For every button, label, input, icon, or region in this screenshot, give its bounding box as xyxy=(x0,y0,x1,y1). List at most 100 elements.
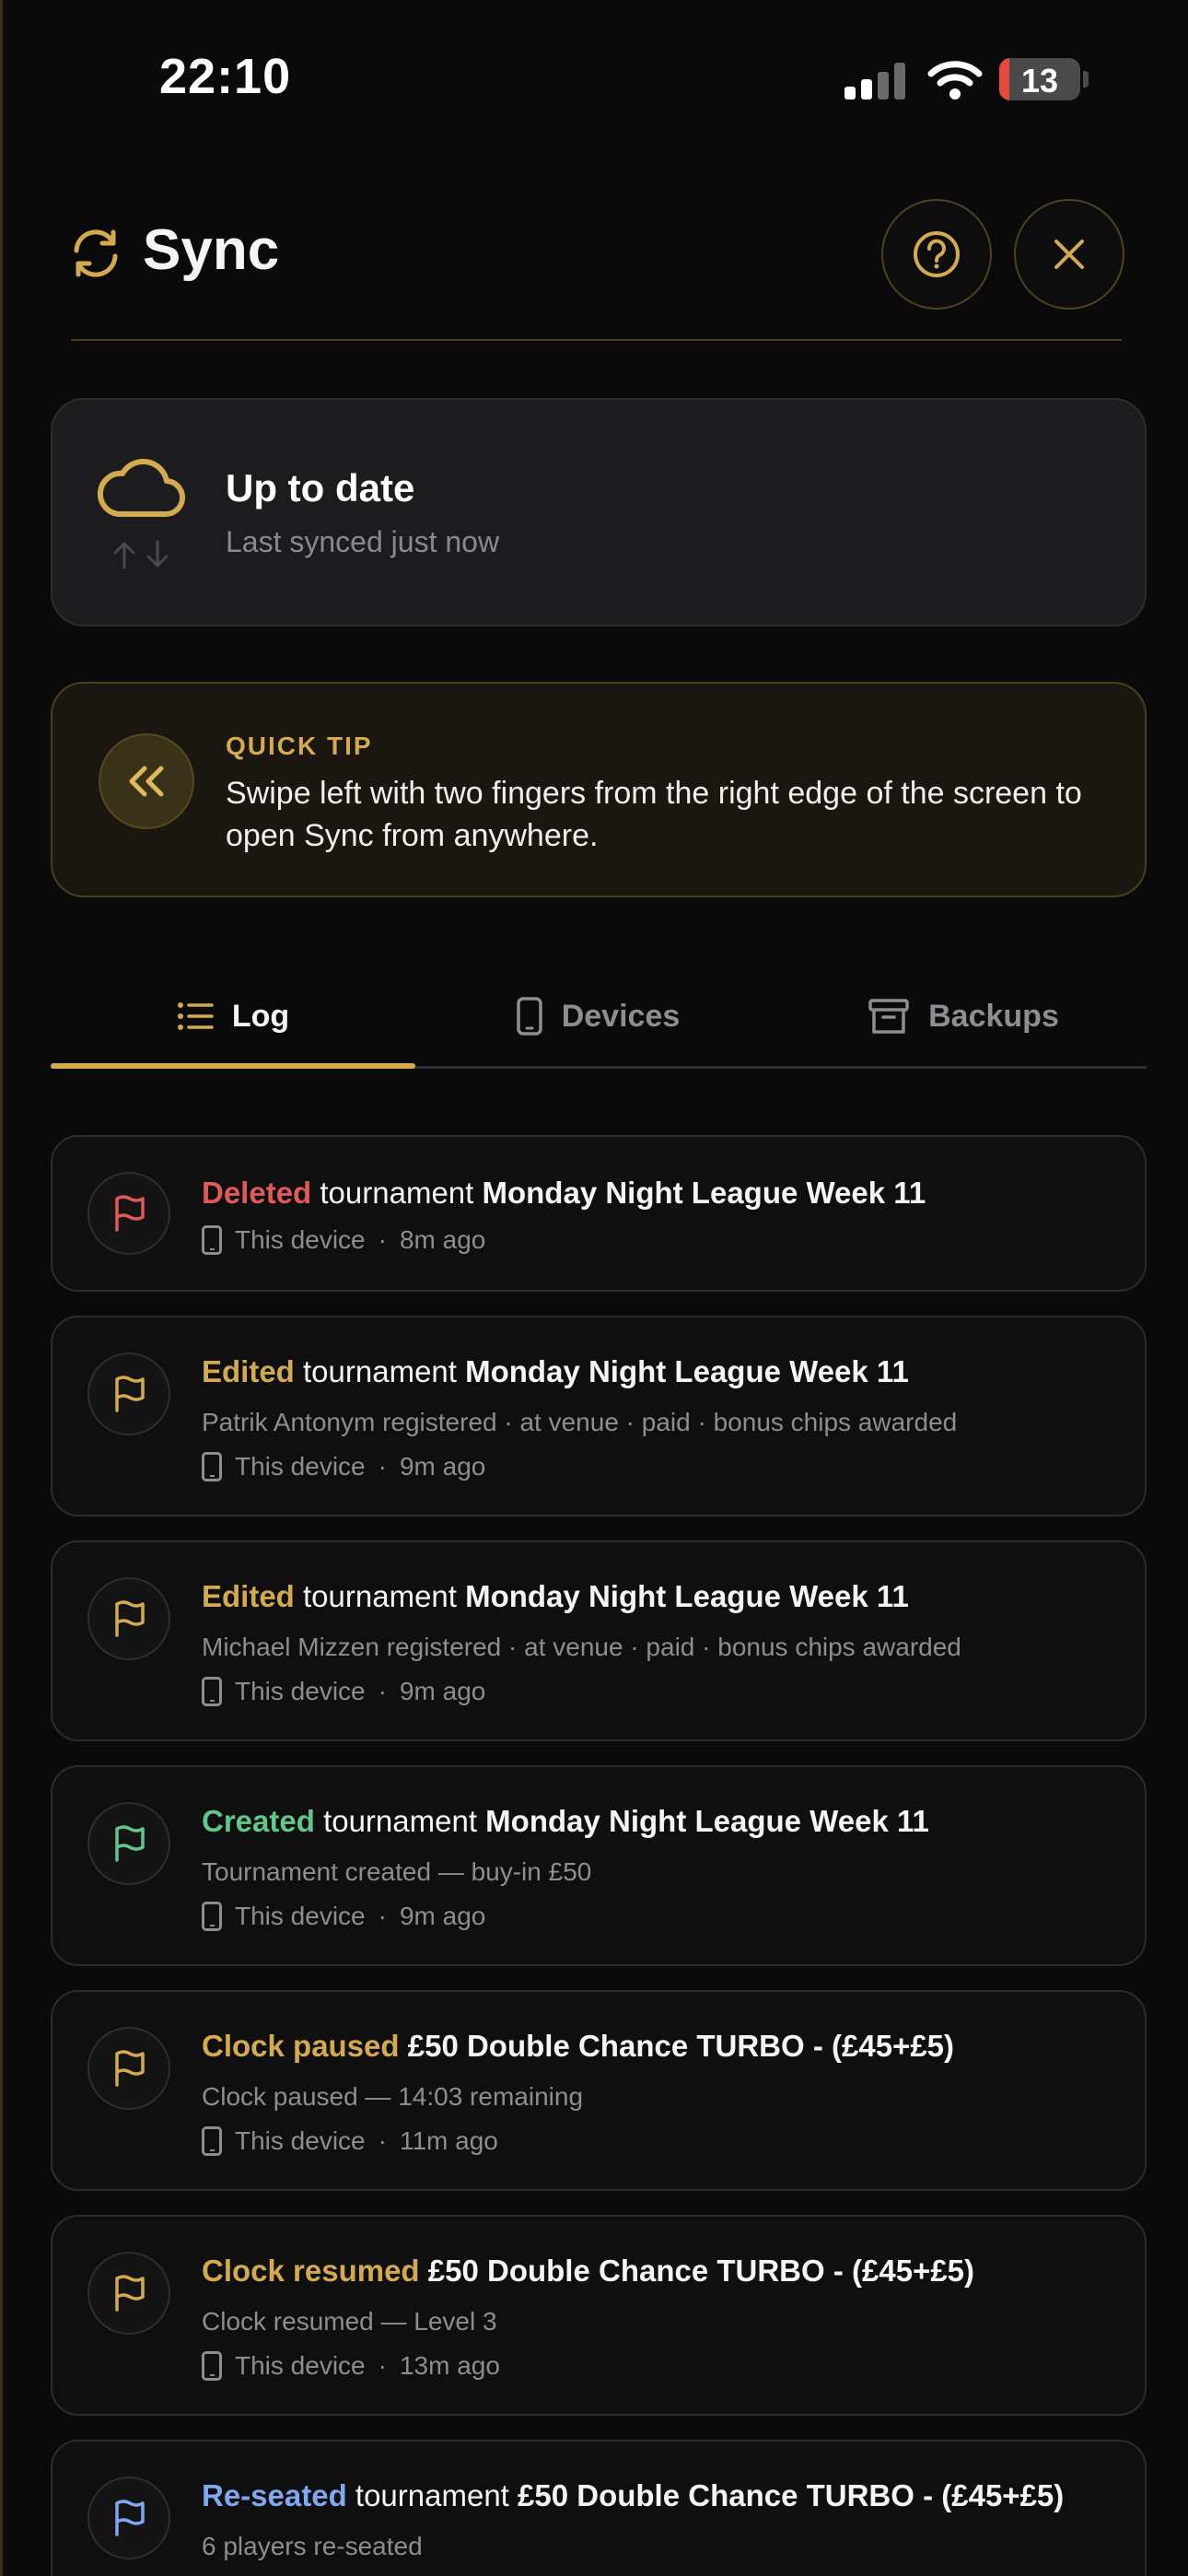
page-title: Sync xyxy=(143,218,280,282)
separator-dot: · xyxy=(378,1677,387,1705)
log-entry-icon xyxy=(87,2252,170,2335)
log-entry-time: 9m ago xyxy=(399,1902,486,1930)
log-entry-detail: Clock paused — 14:03 remaining xyxy=(202,2082,584,2111)
tab-log-label: Log xyxy=(231,998,290,1034)
sync-icon xyxy=(74,229,118,277)
log-entry-object-type: tournament xyxy=(320,1176,474,1210)
log-entry-detail: Clock resumed — Level 3 xyxy=(202,2307,497,2336)
log-entry-meta: This device · 8m ago xyxy=(202,1225,485,1255)
log-entry-time: 13m ago xyxy=(399,2351,500,2380)
log-entry-detail: Patrik Antonym registered · at venue · p… xyxy=(202,1408,958,1436)
log-entry-meta: This device · 13m ago xyxy=(202,2351,500,2381)
log-entry-icon xyxy=(87,2476,170,2559)
log-entry-target-name: Monday Night League Week 11 xyxy=(482,1176,926,1210)
sync-screen: 22:10 13 Sync Up to date Last synced jus… xyxy=(0,0,1188,2576)
log-entry-action: Edited xyxy=(202,1579,295,1613)
active-tab-indicator xyxy=(51,1063,415,1069)
log-entry-target-name: Monday Night League Week 11 xyxy=(465,1354,909,1388)
battery-level: 13 xyxy=(1020,62,1059,100)
help-button[interactable] xyxy=(881,199,992,310)
tab-devices-label: Devices xyxy=(561,998,681,1034)
tab-backups[interactable]: Backups xyxy=(780,964,1147,1069)
log-entry-object-type: tournament xyxy=(303,1579,457,1613)
log-entry-meta: This device · 11m ago xyxy=(202,2126,498,2156)
log-entry-target-name: £50 Double Chance TURBO - (£45+£5) xyxy=(518,2478,1065,2512)
header: Sync xyxy=(3,184,1188,341)
tip-label: QUICK TIP xyxy=(226,732,373,760)
log-entry-device: This device xyxy=(235,2126,366,2155)
log-entry-time: 11m ago xyxy=(399,2126,498,2155)
log-entry[interactable]: Edited tournament Monday Night League We… xyxy=(51,1540,1147,1741)
close-button[interactable] xyxy=(1014,199,1124,310)
tab-devices[interactable]: Devices xyxy=(415,964,780,1069)
log-entry-title: Clock resumed £50 Double Chance TURBO - … xyxy=(202,2254,974,2289)
log-entry-detail: 6 players re-seated xyxy=(202,2532,423,2560)
log-entry[interactable]: Created tournament Monday Night League W… xyxy=(51,1765,1147,1966)
separator-dot: · xyxy=(378,2126,387,2155)
flag-icon xyxy=(115,1376,145,1412)
log-entry-device: This device xyxy=(235,1677,366,1705)
log-entry-action: Created xyxy=(202,1804,315,1838)
log-entry[interactable]: Deleted tournament Monday Night League W… xyxy=(51,1135,1147,1292)
question-circle-icon xyxy=(914,231,960,277)
log-entry-title: Edited tournament Monday Night League We… xyxy=(202,1354,909,1389)
log-entry-icon xyxy=(87,1172,170,1255)
log-entry-title: Created tournament Monday Night League W… xyxy=(202,1804,929,1839)
flag-icon xyxy=(115,1600,145,1637)
log-entry-object-type: tournament xyxy=(303,1354,457,1388)
log-entry-icon xyxy=(87,2027,170,2110)
log-entry-object-type: tournament xyxy=(355,2478,509,2512)
log-entry-icon xyxy=(87,1352,170,1435)
separator-dot: · xyxy=(378,1452,387,1481)
log-entry-device: This device xyxy=(235,1902,366,1930)
log-entry-meta: This device · 9m ago xyxy=(202,1452,485,1481)
log-entry-title: Deleted tournament Monday Night League W… xyxy=(202,1176,926,1211)
status-bar: 22:10 13 xyxy=(3,0,1188,147)
phone-icon xyxy=(202,2351,222,2381)
log-entry-action: Clock resumed xyxy=(202,2254,420,2288)
log-entry[interactable]: Clock paused £50 Double Chance TURBO - (… xyxy=(51,1990,1147,2191)
log-entry-time: 8m ago xyxy=(399,1225,486,1254)
log-entry-device: This device xyxy=(235,2351,366,2380)
battery-indicator: 13 xyxy=(999,58,1080,100)
wifi-icon xyxy=(927,61,983,100)
cloud-icon xyxy=(97,459,185,518)
header-divider xyxy=(71,339,1122,341)
log-entry-device: This device xyxy=(235,1452,366,1481)
log-entry-action: Deleted xyxy=(202,1176,312,1210)
status-time: 22:10 xyxy=(159,49,292,104)
flag-icon xyxy=(115,1825,145,1862)
log-entry-target-name: Monday Night League Week 11 xyxy=(485,1804,929,1838)
tab-backups-label: Backups xyxy=(928,998,1059,1034)
log-entry[interactable]: Edited tournament Monday Night League We… xyxy=(51,1316,1147,1516)
phone-icon xyxy=(516,997,542,1036)
tab-bar: Log Devices Backups xyxy=(51,964,1147,1069)
log-entry-device: This device xyxy=(235,1225,366,1254)
up-down-arrows-icon xyxy=(113,540,169,569)
log-entry-icon xyxy=(87,1802,170,1885)
log-entry-time: 9m ago xyxy=(399,1452,486,1481)
flag-icon xyxy=(115,2275,145,2312)
log-entry[interactable]: Re-seated tournament £50 Double Chance T… xyxy=(51,2440,1147,2576)
log-entry-detail: Tournament created — buy-in £50 xyxy=(202,1857,592,1886)
flag-icon xyxy=(115,2050,145,2087)
tab-log[interactable]: Log xyxy=(51,964,415,1069)
log-entry-action: Re-seated xyxy=(202,2478,347,2512)
log-entry-target-name: £50 Double Chance TURBO - (£45+£5) xyxy=(427,2254,975,2288)
log-entry-time: 9m ago xyxy=(399,1677,486,1705)
separator-dot: · xyxy=(378,1225,387,1254)
quick-tip-card: QUICK TIP Swipe left with two fingers fr… xyxy=(51,682,1147,897)
log-entry-target-name: Monday Night League Week 11 xyxy=(465,1579,909,1613)
phone-icon xyxy=(202,1225,222,1255)
flag-icon xyxy=(115,1195,145,1232)
log-entry[interactable]: Clock resumed £50 Double Chance TURBO - … xyxy=(51,2215,1147,2416)
log-entry-detail: Michael Mizzen registered · at venue · p… xyxy=(202,1633,961,1661)
cellular-signal-icon xyxy=(844,63,905,100)
log-entry-target-name: £50 Double Chance TURBO - (£45+£5) xyxy=(407,2029,955,2063)
tip-text: Swipe left with two fingers from the rig… xyxy=(226,776,1082,853)
flag-icon xyxy=(115,2500,145,2536)
tip-icon-badge xyxy=(99,733,194,829)
separator-dot: · xyxy=(378,1902,387,1930)
log-entry-icon xyxy=(87,1577,170,1660)
phone-icon xyxy=(202,1902,222,1931)
